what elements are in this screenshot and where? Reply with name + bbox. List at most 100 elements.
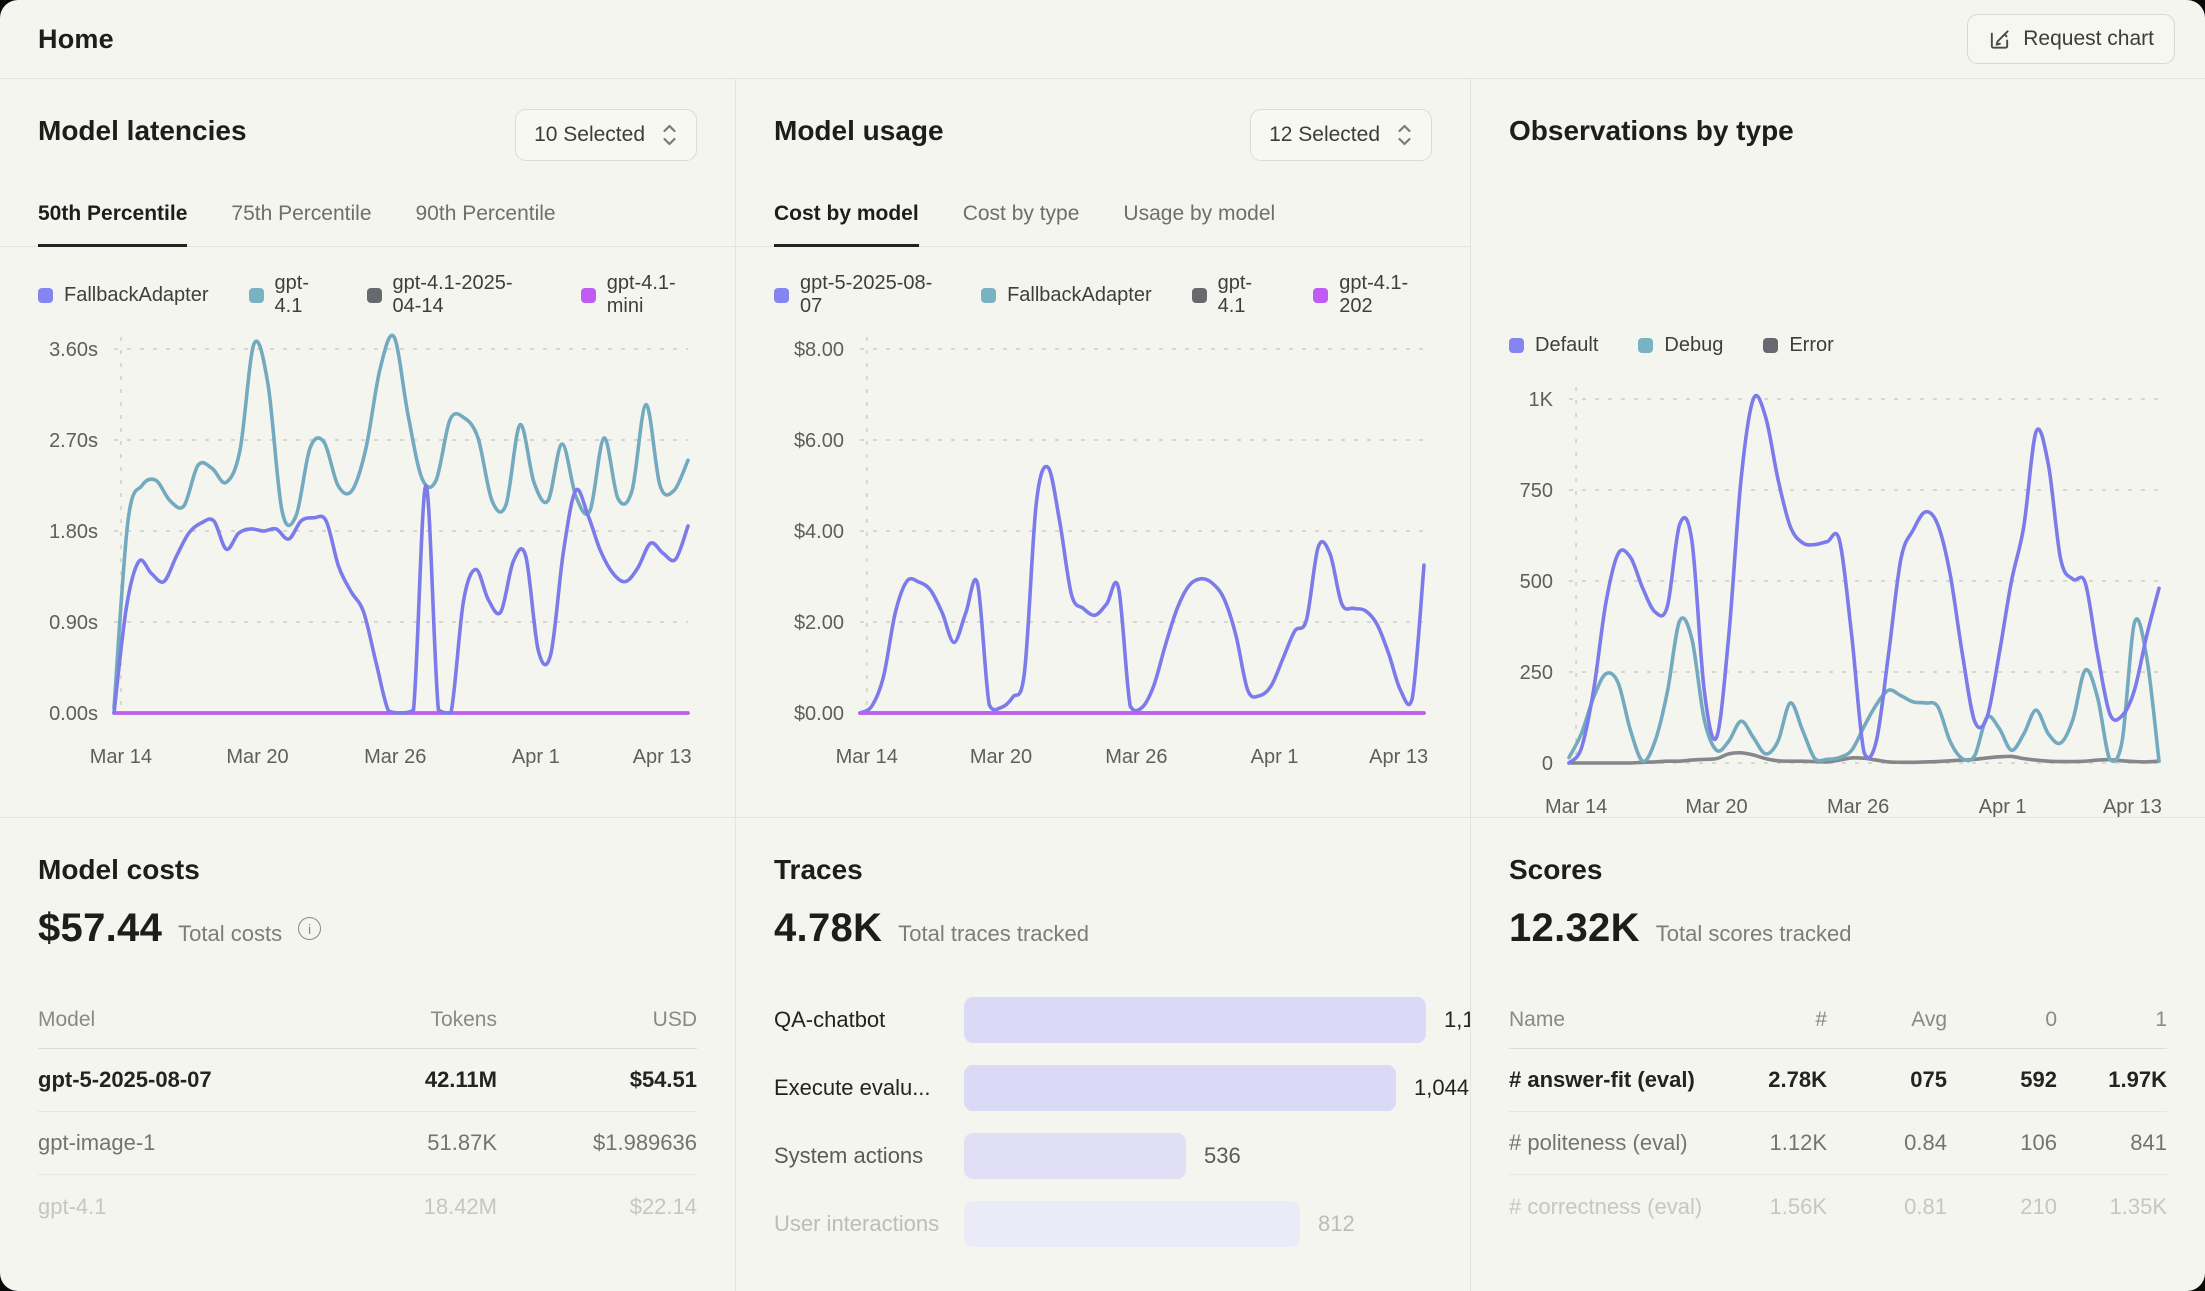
tab-50th-percentile[interactable]: 50th Percentile	[38, 185, 187, 247]
legend-label: gpt-4.1-mini	[607, 272, 697, 318]
panel-model-costs: Model costs $57.44 Total costs i Model T…	[0, 817, 735, 1291]
tab-cost-by-type[interactable]: Cost by type	[963, 185, 1080, 247]
col-header-model: Model	[38, 1008, 327, 1032]
svg-text:Mar 26: Mar 26	[364, 746, 426, 768]
svg-text:$4.00: $4.00	[794, 521, 844, 543]
table-row: gpt-4.1 18.42M $22.14	[38, 1175, 697, 1238]
latencies-model-selector[interactable]: 10 Selected	[515, 109, 697, 161]
panel-model-latencies: Model latencies 10 Selected 50th Percent…	[0, 79, 735, 817]
svg-text:Apr 1: Apr 1	[1979, 796, 2027, 817]
col-header-usd: USD	[497, 1008, 697, 1032]
usage-selector-value: 12 Selected	[1269, 123, 1380, 147]
total-scores-value: 12.32K	[1509, 906, 1640, 951]
panel-title-usage: Model usage	[774, 115, 944, 147]
svg-text:Mar 14: Mar 14	[90, 746, 152, 768]
request-chart-label: Request chart	[2023, 27, 2154, 51]
page-title: Home	[38, 24, 114, 55]
panel-model-usage: Model usage 12 Selected Cost by model Co…	[735, 79, 1470, 817]
legend-label: gpt-5-2025-08-07	[800, 272, 941, 318]
bar	[964, 1201, 1300, 1247]
legend-swatch	[1313, 288, 1328, 303]
svg-text:$8.00: $8.00	[794, 339, 844, 361]
legend-swatch	[1638, 338, 1653, 353]
legend-swatch	[1509, 338, 1524, 353]
legend-swatch	[981, 288, 996, 303]
panel-observations-by-type: Observations by type Default Debug Error…	[1470, 79, 2205, 817]
table-row: # politeness (eval) 1.12K 0.84 106 841	[1509, 1112, 2167, 1175]
tab-90th-percentile[interactable]: 90th Percentile	[416, 185, 556, 247]
svg-text:0: 0	[1542, 753, 1553, 775]
bar	[964, 1133, 1186, 1179]
legend-label: Default	[1535, 334, 1598, 357]
bar	[964, 997, 1426, 1043]
table-row: # correctness (eval) 1.56K 0.81 210 1.35…	[1509, 1175, 2167, 1238]
svg-text:Mar 26: Mar 26	[1105, 746, 1167, 768]
chevron-up-down-icon	[1396, 122, 1413, 148]
panel-title-observations: Observations by type	[1509, 115, 1794, 147]
latencies-legend: FallbackAdapter gpt-4.1 gpt-4.1-2025-04-…	[38, 281, 697, 309]
legend-swatch	[1192, 288, 1207, 303]
svg-text:0.00s: 0.00s	[49, 703, 98, 725]
legend-swatch	[38, 288, 53, 303]
panel-scores: Scores 12.32K Total scores tracked Name …	[1470, 817, 2205, 1291]
svg-text:Mar 26: Mar 26	[1827, 796, 1889, 817]
svg-text:3.60s: 3.60s	[49, 339, 98, 361]
svg-text:1K: 1K	[1529, 389, 1554, 411]
total-traces-label: Total traces tracked	[898, 921, 1089, 947]
col-header-name: Name	[1509, 1008, 1707, 1032]
trace-bar-row: System actions 536	[774, 1133, 1432, 1179]
edit-pencil-icon	[1988, 28, 2011, 51]
table-row: gpt-image-1 51.87K $1.989636	[38, 1112, 697, 1175]
svg-text:Apr 1: Apr 1	[1251, 746, 1299, 768]
legend-label: Debug	[1664, 334, 1723, 357]
request-chart-button[interactable]: Request chart	[1967, 14, 2175, 64]
table-row: # answer-fit (eval) 2.78K 075 592 1.97K	[1509, 1049, 2167, 1112]
svg-text:Apr 13: Apr 13	[2103, 796, 2162, 817]
panel-title-scores: Scores	[1509, 854, 2167, 886]
svg-text:750: 750	[1520, 480, 1553, 502]
total-traces-value: 4.78K	[774, 906, 882, 951]
total-costs-label: Total costs	[178, 921, 282, 947]
svg-text:250: 250	[1520, 662, 1553, 684]
trace-bar-row: User interactions 812	[774, 1201, 1432, 1247]
observations-legend: Default Debug Error	[1509, 331, 2167, 359]
legend-label: gpt-4.1	[275, 272, 327, 318]
svg-text:Apr 13: Apr 13	[633, 746, 692, 768]
table-row: gpt-5-2025-08-07 42.11M $54.51	[38, 1049, 697, 1112]
tab-75th-percentile[interactable]: 75th Percentile	[231, 185, 371, 247]
trace-bar-row: Execute evalu... 1,044	[774, 1065, 1432, 1111]
panel-title-traces: Traces	[774, 854, 1432, 886]
col-header-avg: Avg	[1827, 1008, 1947, 1032]
total-scores-label: Total scores tracked	[1656, 921, 1852, 947]
svg-text:Mar 20: Mar 20	[226, 746, 288, 768]
svg-text:0.90s: 0.90s	[49, 612, 98, 634]
col-header-one: 1	[2057, 1008, 2167, 1032]
usage-legend: gpt-5-2025-08-07 FallbackAdapter gpt-4.1…	[774, 281, 1432, 309]
svg-text:$0.00: $0.00	[794, 703, 844, 725]
tab-usage-by-model[interactable]: Usage by model	[1123, 185, 1275, 247]
panel-traces: Traces 4.78K Total traces tracked QA-cha…	[735, 817, 1470, 1291]
usage-model-selector[interactable]: 12 Selected	[1250, 109, 1432, 161]
svg-text:2.70s: 2.70s	[49, 430, 98, 452]
info-icon[interactable]: i	[298, 917, 321, 940]
latencies-tabs: 50th Percentile 75th Percentile 90th Per…	[0, 185, 735, 247]
svg-text:1.80s: 1.80s	[49, 521, 98, 543]
scores-table: Name # Avg 0 1 # answer-fit (eval) 2.78K…	[1509, 991, 2167, 1238]
svg-text:500: 500	[1520, 571, 1553, 593]
col-header-count: #	[1707, 1008, 1827, 1032]
legend-label: FallbackAdapter	[1007, 284, 1152, 307]
legend-label: gpt-4.1-202	[1339, 272, 1432, 318]
legend-label: gpt-4.1-2025-04-14	[393, 272, 541, 318]
observations-line-chart: 02505007501KMar 14Mar 20Mar 26Apr 1Apr 1…	[1509, 369, 2168, 817]
svg-text:Mar 14: Mar 14	[836, 746, 898, 768]
tab-cost-by-model[interactable]: Cost by model	[774, 185, 919, 247]
legend-label: gpt-4.1	[1218, 272, 1274, 318]
svg-text:Mar 20: Mar 20	[970, 746, 1032, 768]
traces-bar-list: QA-chatbot 1,116 Execute evalu... 1,044 …	[774, 997, 1432, 1247]
svg-text:Mar 20: Mar 20	[1685, 796, 1747, 817]
latencies-line-chart: 0.00s 0.90s 1.80s 2.70s 3.60s Mar 14 Mar 20 Mar…	[38, 319, 697, 779]
total-costs-value: $57.44	[38, 906, 162, 951]
legend-swatch	[581, 288, 596, 303]
dashboard-window: Home Request chart Model latencies 10 Se…	[0, 0, 2205, 1291]
legend-swatch	[249, 288, 264, 303]
